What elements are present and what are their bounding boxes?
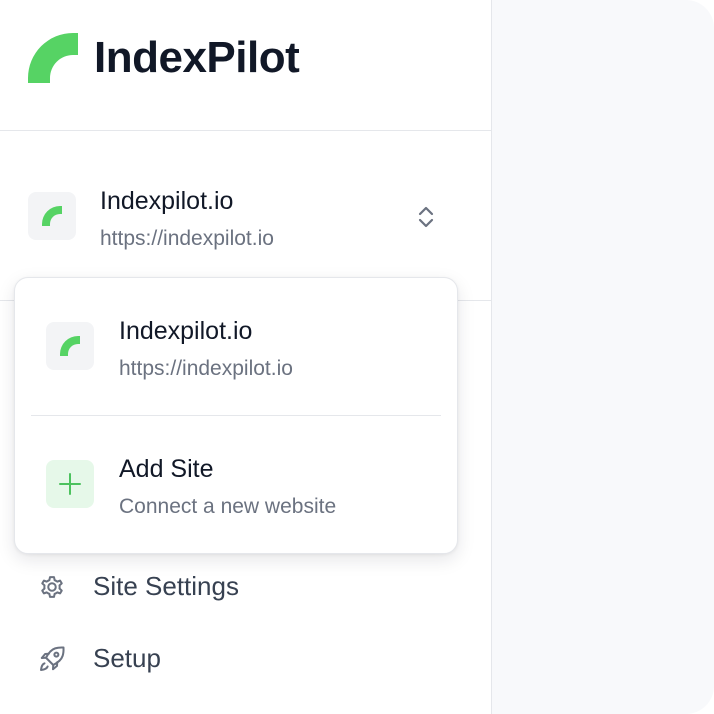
site-switcher[interactable]: Indexpilot.io https://indexpilot.io bbox=[0, 132, 491, 300]
dropdown-item-subtitle: Connect a new website bbox=[119, 495, 337, 518]
sidebar-divider bbox=[0, 130, 491, 131]
dropdown-item-title: Add Site bbox=[119, 455, 214, 483]
site-favicon-icon bbox=[28, 192, 76, 240]
nav-item-label: Site Settings bbox=[93, 571, 239, 601]
dropdown-item-site[interactable]: Indexpilot.io https://indexpilot.io bbox=[15, 294, 457, 414]
dropdown-divider bbox=[31, 415, 441, 416]
app-window: IndexPilot Indexpilot.io https://indexpi… bbox=[0, 0, 714, 714]
gear-icon bbox=[37, 572, 67, 602]
nav-item-label: Setup bbox=[93, 643, 161, 673]
sidebar: IndexPilot Indexpilot.io https://indexpi… bbox=[0, 0, 492, 714]
current-site-name: Indexpilot.io bbox=[100, 187, 234, 215]
dropdown-item-subtitle: https://indexpilot.io bbox=[119, 357, 293, 380]
rocket-icon bbox=[37, 644, 67, 674]
current-site-url: https://indexpilot.io bbox=[100, 227, 274, 250]
chevron-up-down-icon[interactable] bbox=[414, 204, 438, 230]
main-content-area bbox=[492, 0, 714, 714]
site-favicon-icon bbox=[46, 322, 94, 370]
brand[interactable]: IndexPilot bbox=[28, 32, 300, 84]
plus-icon bbox=[46, 460, 94, 508]
nav-item-setup[interactable]: Setup bbox=[0, 630, 491, 686]
indexpilot-logo-icon bbox=[28, 33, 78, 83]
add-site-button[interactable]: Add Site Connect a new website bbox=[15, 431, 457, 551]
brand-name: IndexPilot bbox=[94, 33, 300, 82]
dropdown-item-title: Indexpilot.io bbox=[119, 317, 253, 345]
nav-item-site-settings[interactable]: Site Settings bbox=[0, 558, 491, 614]
site-dropdown-menu: Indexpilot.io https://indexpilot.io Add … bbox=[14, 277, 458, 554]
